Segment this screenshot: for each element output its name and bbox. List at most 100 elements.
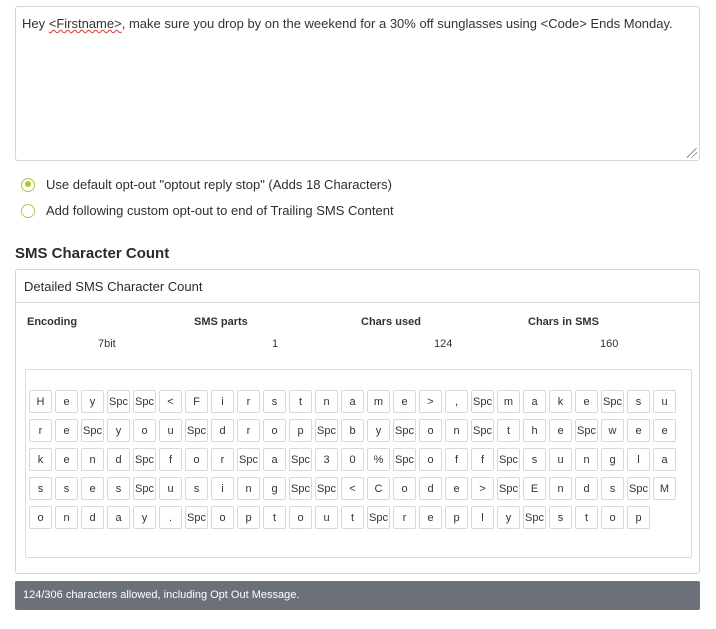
char-cell: s [601, 477, 624, 500]
panel-title: Detailed SMS Character Count [16, 270, 699, 303]
char-cell-space: Spc [237, 448, 260, 471]
char-cell-space: Spc [185, 506, 208, 529]
char-cell: g [263, 477, 286, 500]
char-cell-space: Spc [393, 448, 416, 471]
char-cell-space: Spc [107, 390, 130, 413]
char-cell-space: Spc [627, 477, 650, 500]
char-cell: w [601, 419, 624, 442]
char-cell: n [55, 506, 78, 529]
char-cell-space: Spc [497, 448, 520, 471]
section-title: SMS Character Count [15, 245, 170, 262]
encoding-value: 7bit [98, 338, 116, 350]
char-cell: o [133, 419, 156, 442]
char-cell: n [445, 419, 468, 442]
char-cell: o [393, 477, 416, 500]
char-cell: o [289, 506, 312, 529]
char-cell-space: Spc [133, 477, 156, 500]
char-cell: E [523, 477, 546, 500]
char-cell: g [601, 448, 624, 471]
char-cell: s [627, 390, 650, 413]
char-cell: F [185, 390, 208, 413]
char-cell: a [523, 390, 546, 413]
char-cell: p [445, 506, 468, 529]
char-cell: o [419, 419, 442, 442]
char-cell: p [237, 506, 260, 529]
char-cell-space: Spc [367, 506, 390, 529]
char-cell: r [29, 419, 52, 442]
char-cell: C [367, 477, 390, 500]
char-cell: e [393, 390, 416, 413]
radio-unchecked-icon[interactable] [21, 203, 35, 218]
char-cell: M [653, 477, 676, 500]
char-row: k e n d Spc f o r Spc a Spc 3 0% Spc o f f Spc s u n g l a [29, 448, 691, 471]
char-cell: r [211, 448, 234, 471]
char-cell: t [575, 506, 598, 529]
char-cell: r [393, 506, 416, 529]
char-cell: t [289, 390, 312, 413]
char-cell: > [471, 477, 494, 500]
char-cell: a [653, 448, 676, 471]
chars-used-value: 124 [434, 338, 453, 350]
char-cell: o [601, 506, 624, 529]
char-cell: u [159, 419, 182, 442]
char-cell: o [211, 506, 234, 529]
char-cell: , [445, 390, 468, 413]
character-count-panel: Detailed SMS Character Count Encoding SM… [15, 269, 700, 574]
char-cell: n [237, 477, 260, 500]
char-cell: l [627, 448, 650, 471]
char-cell: s [549, 506, 572, 529]
char-cell: y [133, 506, 156, 529]
char-cell: b [341, 419, 364, 442]
char-cell: n [315, 390, 338, 413]
char-cell: i [211, 390, 234, 413]
char-cell: s [55, 477, 78, 500]
char-cell: k [29, 448, 52, 471]
encoding-label: Encoding [27, 316, 78, 328]
char-cell: d [419, 477, 442, 500]
char-cell: y [367, 419, 390, 442]
optout-custom-option[interactable]: Add following custom opt-out to end of T… [21, 203, 394, 218]
char-cell: o [185, 448, 208, 471]
char-cell-space: Spc [393, 419, 416, 442]
sms-parts-label: SMS parts [194, 316, 248, 328]
char-cell: y [81, 390, 104, 413]
char-cell-space: Spc [133, 448, 156, 471]
char-cell: o [419, 448, 442, 471]
char-cell-space: Spc [575, 419, 598, 442]
char-cell: d [575, 477, 598, 500]
char-cell: t [341, 506, 364, 529]
chars-in-sms-value: 160 [600, 338, 619, 350]
char-cell: s [29, 477, 52, 500]
char-cell: k [549, 390, 572, 413]
chars-in-sms-label: Chars in SMS [528, 316, 599, 328]
char-cell: 0 [341, 448, 364, 471]
character-grid: He y Spc Spc < Fi r s t n a m e >, Spc m a k e Spc s u r e Spc y o… [25, 369, 692, 558]
char-cell: e [419, 506, 442, 529]
message-textarea[interactable]: Hey <Firstname>, make sure you drop by o… [15, 6, 700, 161]
char-cell: . [159, 506, 182, 529]
char-cell: f [471, 448, 494, 471]
char-cell: f [159, 448, 182, 471]
char-cell: e [549, 419, 572, 442]
char-cell: y [497, 506, 520, 529]
resize-handle-icon[interactable] [687, 148, 697, 158]
char-cell: 3 [315, 448, 338, 471]
char-cell: n [81, 448, 104, 471]
optout-default-option[interactable]: Use default opt-out "optout reply stop" … [21, 177, 392, 192]
char-cell: p [627, 506, 650, 529]
char-cell-space: Spc [133, 390, 156, 413]
char-cell-space: Spc [523, 506, 546, 529]
char-row: s s e s Spc u s i n g Spc Spc < Co d e > Spc En d s Spc M [29, 477, 691, 500]
char-cell-space: Spc [185, 419, 208, 442]
radio-checked-icon[interactable] [21, 177, 35, 192]
char-cell: u [159, 477, 182, 500]
char-cell: < [159, 390, 182, 413]
char-cell: s [185, 477, 208, 500]
char-cell: m [497, 390, 520, 413]
char-cell: H [29, 390, 52, 413]
char-cell: p [289, 419, 312, 442]
char-cell: m [367, 390, 390, 413]
char-cell: a [341, 390, 364, 413]
char-cell: o [263, 419, 286, 442]
char-cell: < [341, 477, 364, 500]
